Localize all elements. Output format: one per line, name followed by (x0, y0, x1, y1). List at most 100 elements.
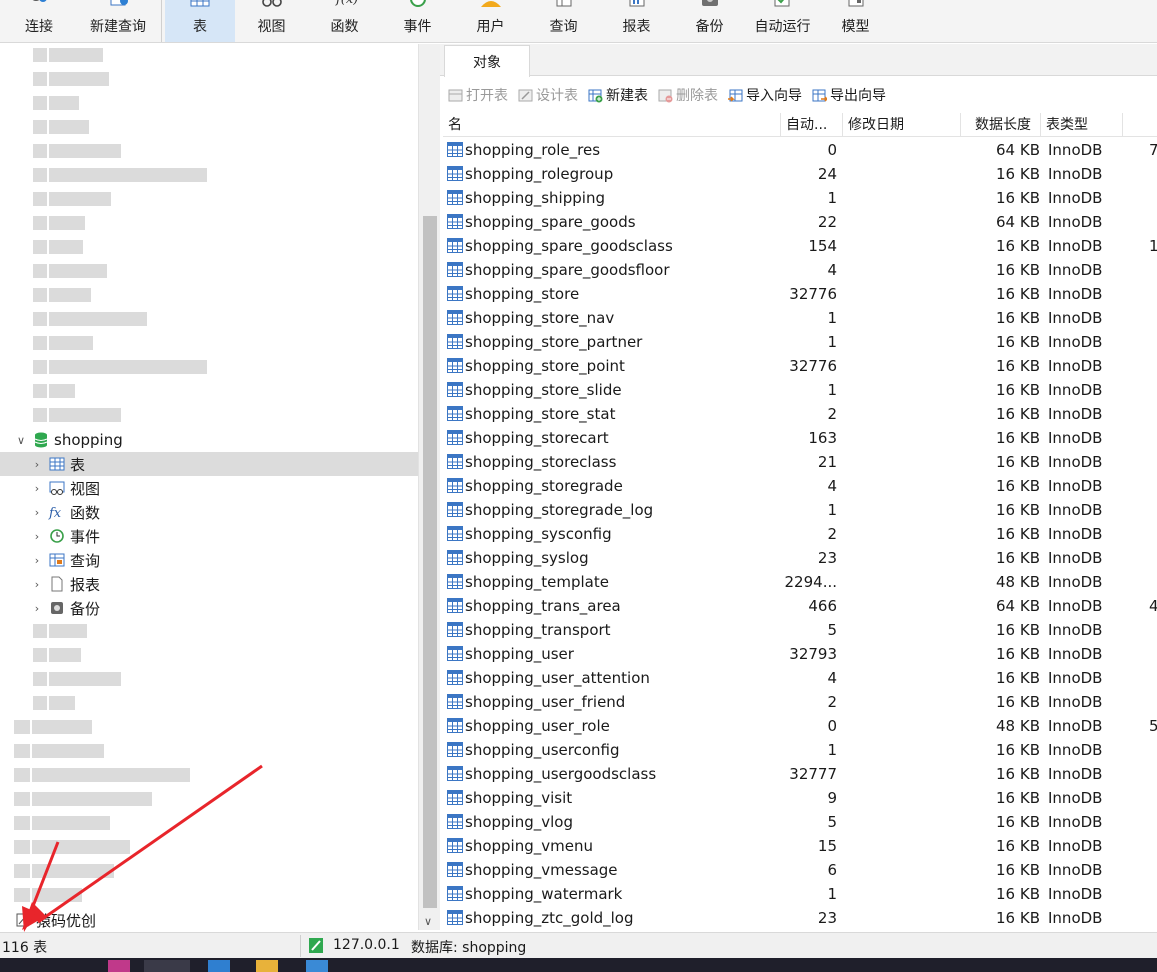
scroll-down-icon[interactable]: ∨ (424, 915, 432, 928)
cell-auto-increment: 0 (827, 141, 837, 159)
table-row[interactable]: shopping_spare_goods 22 64 KB InnoDB (443, 210, 1157, 234)
export-wizard-label: 导出向导 (830, 88, 886, 104)
table-row[interactable]: shopping_ztc_gold_log 23 16 KB InnoDB (443, 906, 1157, 930)
tree-item-functions[interactable]: › fx 函数 (30, 500, 100, 524)
table-row[interactable]: shopping_spare_goodsfloor 4 16 KB InnoDB (443, 258, 1157, 282)
table-icon (447, 670, 463, 685)
table-row[interactable]: shopping_user 32793 16 KB InnoDB (443, 642, 1157, 666)
toolbar-model-button[interactable]: 模型 (819, 0, 892, 42)
export-wizard-button[interactable]: 导出向导 (812, 85, 886, 105)
toolbar-query-button[interactable]: 查询 (527, 0, 600, 42)
design-table-button[interactable]: 设计表 (518, 85, 578, 105)
tree-item-events[interactable]: › 事件 (30, 524, 100, 548)
chevron-right-icon[interactable]: › (30, 506, 44, 519)
table-row[interactable]: shopping_role_res 0 64 KB InnoDB 7 (443, 138, 1157, 162)
table-row[interactable]: shopping_syslog 23 16 KB InnoDB (443, 546, 1157, 570)
chevron-right-icon[interactable]: › (30, 578, 44, 591)
cell-truncated-extra (1149, 258, 1157, 282)
tree-item-queries[interactable]: › 查询 (30, 548, 100, 572)
tree-connection-item[interactable]: 猿码优创 (14, 908, 96, 930)
table-row[interactable]: shopping_rolegroup 24 16 KB InnoDB (443, 162, 1157, 186)
table-row[interactable]: shopping_sysconfig 2 16 KB InnoDB (443, 522, 1157, 546)
table-row[interactable]: shopping_storecart 163 16 KB InnoDB (443, 426, 1157, 450)
delete-table-button[interactable]: 删除表 (658, 85, 718, 105)
table-row[interactable]: shopping_trans_area 466 64 KB InnoDB 4 (443, 594, 1157, 618)
table-row[interactable]: shopping_store_partner 1 16 KB InnoDB (443, 330, 1157, 354)
scrollbar-thumb[interactable] (423, 216, 437, 908)
column-header-auto-increment[interactable]: 自动... (781, 113, 843, 137)
tree-connection-label: 猿码优创 (36, 911, 97, 930)
table-row[interactable]: shopping_usergoodsclass 32777 16 KB InnoDB (443, 762, 1157, 786)
column-header-table-type[interactable]: 表类型 (1041, 113, 1123, 137)
cell-table-name: shopping_store_point (465, 357, 625, 375)
chevron-right-icon[interactable]: › (30, 482, 44, 495)
column-header-data-length[interactable]: 数据长度 (961, 113, 1041, 137)
table-row[interactable]: shopping_vlog 5 16 KB InnoDB (443, 810, 1157, 834)
cell-truncated-extra (1149, 306, 1157, 330)
taskbar-app-icon[interactable] (144, 960, 190, 972)
import-wizard-button[interactable]: 导入向导 (728, 85, 802, 105)
table-row[interactable]: shopping_vmessage 6 16 KB InnoDB (443, 858, 1157, 882)
tab-objects[interactable]: 对象 (444, 45, 530, 77)
tree-item-views[interactable]: › 视图 (30, 476, 100, 500)
table-row[interactable]: shopping_store_point 32776 16 KB InnoDB (443, 354, 1157, 378)
table-row[interactable]: shopping_visit 9 16 KB InnoDB (443, 786, 1157, 810)
cell-truncated-extra (1149, 546, 1157, 570)
table-row[interactable]: shopping_spare_goodsclass 154 16 KB InnoDB 1 (443, 234, 1157, 258)
table-row[interactable]: shopping_transport 5 16 KB InnoDB (443, 618, 1157, 642)
tree-database-shopping[interactable]: ∨ shopping (14, 428, 418, 452)
table-row[interactable]: shopping_vmenu 15 16 KB InnoDB (443, 834, 1157, 858)
chevron-right-icon[interactable]: › (30, 458, 44, 471)
tree-item-tables[interactable]: › 表 (0, 452, 418, 476)
toolbar-report-button[interactable]: 报表 (600, 0, 673, 42)
tree-item-reports[interactable]: › 报表 (30, 572, 100, 596)
table-row[interactable]: shopping_storegrade_log 1 16 KB InnoDB (443, 498, 1157, 522)
navigation-scrollbar[interactable]: ∨ (418, 44, 440, 930)
taskbar-app-icon[interactable] (208, 960, 230, 972)
open-table-button[interactable]: 打开表 (448, 85, 508, 105)
toolbar-connect-button[interactable]: 连接 (0, 0, 78, 42)
toolbar-automation-button[interactable]: 自动运行 (746, 0, 819, 42)
table-row[interactable]: shopping_watermark 1 16 KB InnoDB (443, 882, 1157, 906)
table-row[interactable]: shopping_user_role 0 48 KB InnoDB 5 (443, 714, 1157, 738)
chevron-down-icon[interactable]: ∨ (14, 434, 28, 447)
table-row[interactable]: shopping_store_nav 1 16 KB InnoDB (443, 306, 1157, 330)
cell-truncated-extra: 1 (1149, 237, 1157, 255)
toolbar-user-button[interactable]: 用户 (454, 0, 527, 42)
table-row[interactable]: shopping_store_slide 1 16 KB InnoDB (443, 378, 1157, 402)
chevron-right-icon[interactable]: › (30, 530, 44, 543)
table-row[interactable]: shopping_store 32776 16 KB InnoDB (443, 282, 1157, 306)
table-row[interactable]: shopping_userconfig 1 16 KB InnoDB (443, 738, 1157, 762)
toolbar-backup-button[interactable]: 备份 (673, 0, 746, 42)
new-table-button[interactable]: 新建表 (588, 85, 648, 105)
os-taskbar (0, 958, 1157, 972)
table-row[interactable]: shopping_store_stat 2 16 KB InnoDB (443, 402, 1157, 426)
table-row[interactable]: shopping_user_friend 2 16 KB InnoDB (443, 690, 1157, 714)
toolbar-event-button[interactable]: 事件 (381, 0, 454, 42)
toolbar-new-query-button[interactable]: 新建查询 (78, 0, 158, 42)
taskbar-folder-icon[interactable] (256, 960, 278, 972)
chevron-right-icon[interactable]: › (30, 602, 44, 615)
table-row[interactable]: shopping_storegrade 4 16 KB InnoDB (443, 474, 1157, 498)
toolbar-view-button[interactable]: 视图 (235, 0, 308, 42)
table-row[interactable]: shopping_shipping 1 16 KB InnoDB (443, 186, 1157, 210)
cell-table-type: InnoDB (1048, 765, 1103, 783)
toolbar-function-button[interactable]: f(x) 函数 (308, 0, 381, 42)
tree-item-backups[interactable]: › 备份 (30, 596, 100, 620)
table-row[interactable]: shopping_template 2294... 48 KB InnoDB (443, 570, 1157, 594)
cell-data-length: 48 KB (996, 717, 1040, 735)
obscured-item (33, 408, 121, 422)
column-header-name[interactable]: 名 (443, 113, 781, 137)
chevron-right-icon[interactable]: › (30, 554, 44, 567)
cell-auto-increment: 32776 (789, 285, 837, 303)
toolbar-table-button[interactable]: 表 (165, 0, 235, 42)
column-header-modified-date[interactable]: 修改日期 (843, 113, 961, 137)
table-row[interactable]: shopping_user_attention 4 16 KB InnoDB (443, 666, 1157, 690)
table-row[interactable]: shopping_storeclass 21 16 KB InnoDB (443, 450, 1157, 474)
taskbar-app-icon[interactable] (306, 960, 328, 972)
cell-truncated-extra (1149, 474, 1157, 498)
table-icon (447, 166, 463, 181)
cell-table-name: shopping_user (465, 645, 574, 663)
cell-data-length: 16 KB (996, 165, 1040, 183)
taskbar-app-icon[interactable] (108, 960, 130, 972)
